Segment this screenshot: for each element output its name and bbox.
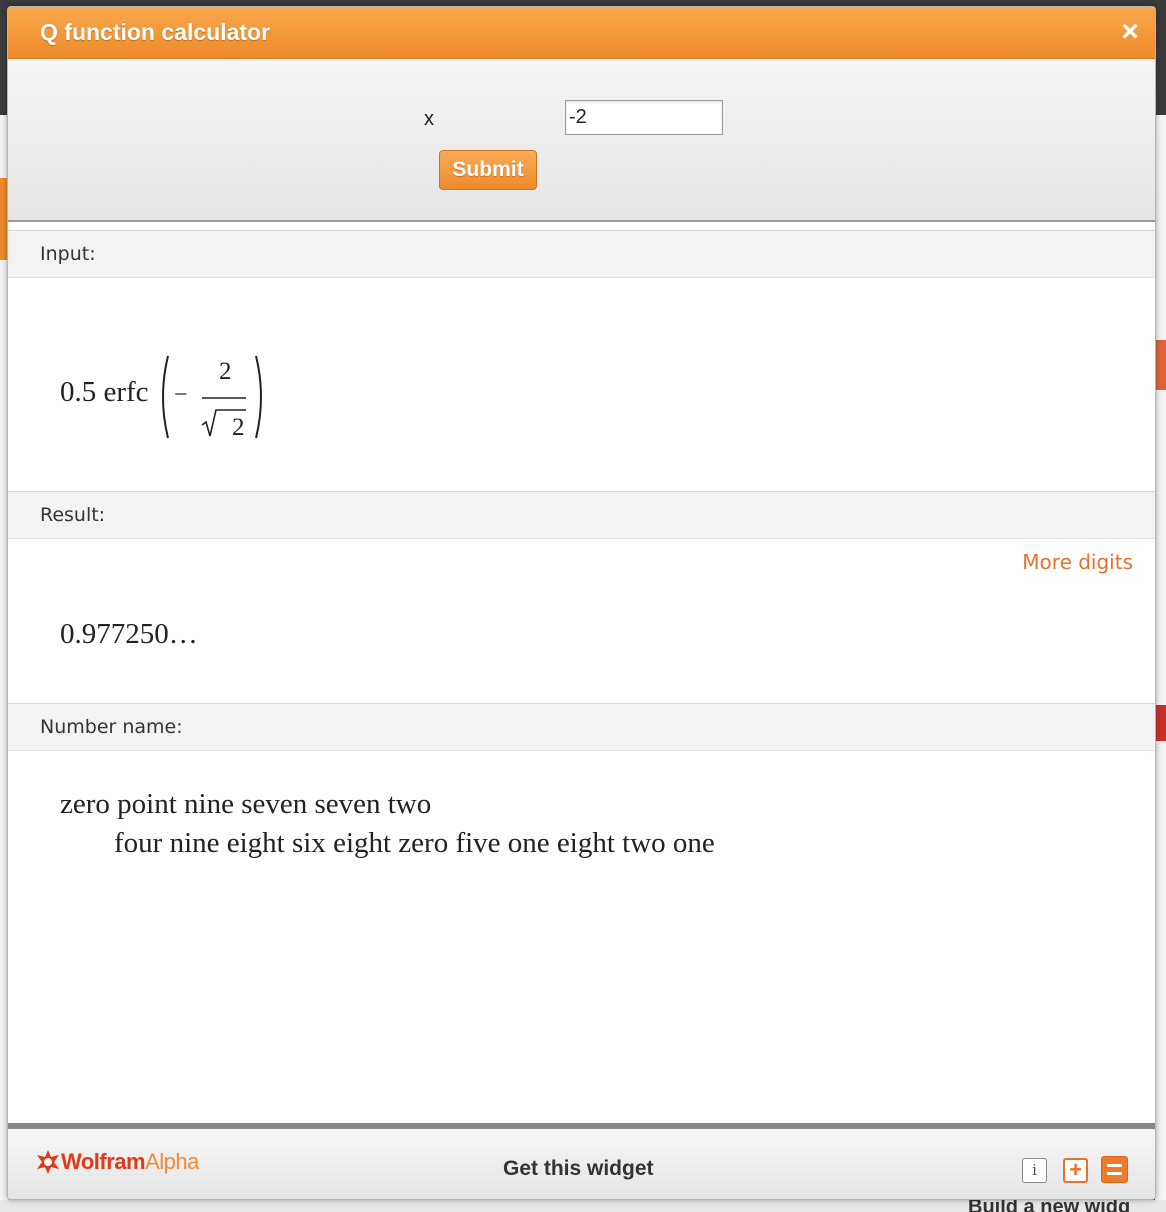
x-input[interactable]: [565, 100, 723, 135]
background-page-right-edge: [1155, 115, 1166, 1212]
input-denominator: 2: [232, 414, 245, 441]
logo-text-alpha: Alpha: [145, 1149, 199, 1174]
left-paren-icon: [162, 355, 169, 439]
result-pod-title: Result:: [40, 504, 106, 526]
x-variable-label: x: [424, 108, 434, 130]
input-minus-sign: −: [174, 382, 188, 408]
menu-icon[interactable]: [1101, 1156, 1128, 1183]
input-expression-fraction: [162, 355, 262, 439]
add-icon[interactable]: +: [1063, 1158, 1088, 1183]
result-pod-header: Result:: [8, 491, 1155, 539]
wolfram-spikey-icon: [37, 1150, 59, 1174]
number-name-pod-header: Number name:: [8, 703, 1155, 751]
input-expression: 0.5 erfc − 2 2: [60, 352, 280, 442]
widget-form: x Submit: [8, 59, 1155, 222]
background-page-right-accent: [1155, 340, 1166, 390]
number-name-line-2: four nine eight six eight zero five one …: [114, 827, 715, 859]
q-function-widget: Q function calculator × x Submit Input: …: [7, 6, 1156, 1200]
background-page-right-accent-red: [1155, 705, 1166, 741]
info-icon[interactable]: i: [1022, 1158, 1047, 1183]
widget-titlebar: Q function calculator ×: [8, 7, 1155, 59]
input-numerator: 2: [219, 358, 232, 385]
wolframalpha-logo[interactable]: Wolfram Alpha: [35, 1149, 199, 1175]
number-name-pod-title: Number name:: [40, 716, 183, 738]
widget-title: Q function calculator: [40, 19, 271, 45]
input-expression-prefix: 0.5 erfc: [60, 376, 149, 408]
number-name-line-1: zero point nine seven seven two: [60, 788, 432, 820]
widget-footer: Wolfram Alpha Get this widget i +: [8, 1123, 1155, 1199]
logo-text-wolfram: Wolfram: [61, 1149, 146, 1174]
more-digits-link[interactable]: More digits: [1022, 550, 1133, 574]
input-pod-title: Input:: [40, 243, 96, 265]
close-icon[interactable]: ×: [1115, 15, 1145, 49]
submit-button[interactable]: Submit: [439, 150, 537, 190]
result-value: 0.977250…: [60, 618, 198, 650]
get-this-widget-link[interactable]: Get this widget: [503, 1157, 654, 1181]
input-pod-header: Input:: [8, 230, 1155, 278]
right-paren-icon: [255, 355, 262, 439]
